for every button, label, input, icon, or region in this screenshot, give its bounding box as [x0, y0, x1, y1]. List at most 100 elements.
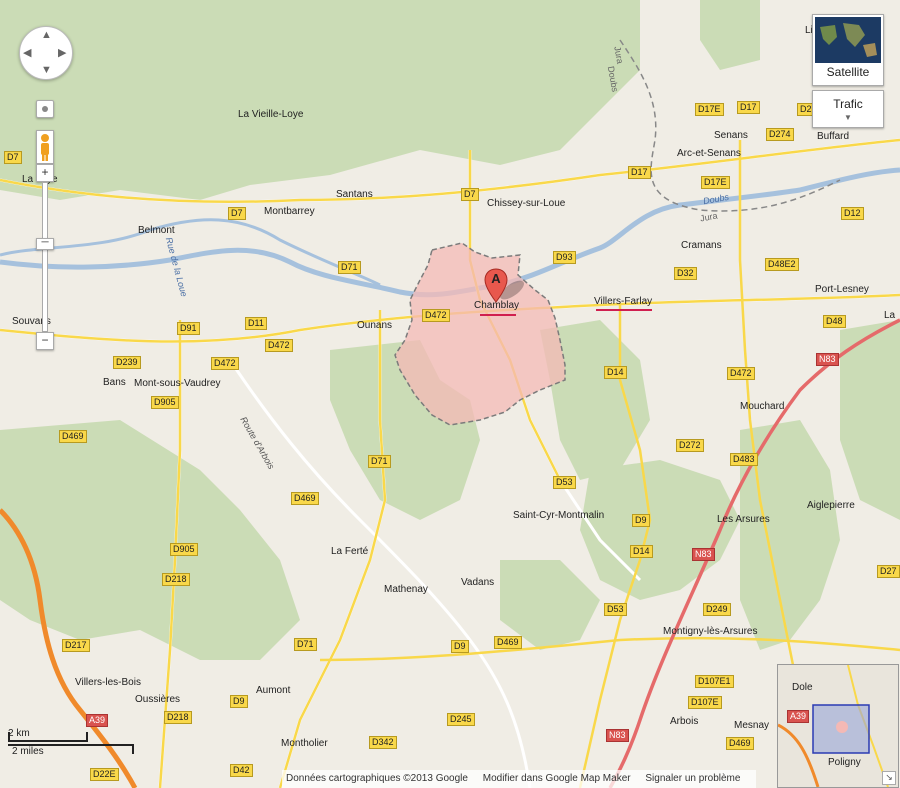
- road-label: A39: [86, 714, 109, 727]
- road-label: D472: [422, 309, 450, 322]
- road-label: D107E1: [695, 675, 734, 688]
- road-label: D17: [628, 166, 651, 179]
- road-label: N83: [692, 548, 715, 561]
- overview-place-label: Dole: [792, 682, 813, 693]
- road-label: D53: [553, 476, 576, 489]
- road-label: D17E: [701, 176, 730, 189]
- road-label: D9: [632, 514, 650, 527]
- road-label: D107E: [688, 696, 722, 709]
- road-label: D48: [823, 315, 846, 328]
- place-label: La Ferté: [331, 546, 369, 557]
- place-label: La Vieille-Loye: [238, 109, 304, 120]
- satellite-label: Satellite: [826, 65, 870, 79]
- road-label: D342: [369, 736, 397, 749]
- report-problem-link[interactable]: Signaler un problème: [645, 773, 740, 784]
- pan-down-icon[interactable]: ▼: [41, 64, 52, 76]
- road-label: D14: [604, 366, 627, 379]
- zoom-in-button[interactable]: +: [36, 164, 54, 182]
- place-label: Montbarrey: [264, 206, 315, 217]
- place-label: Aumont: [256, 685, 291, 696]
- collapse-arrow-icon[interactable]: ↘: [882, 771, 896, 785]
- place-label: Arbois: [670, 716, 699, 727]
- pegman-icon: [41, 134, 49, 161]
- place-label: Port-Lesney: [815, 284, 869, 295]
- location-button[interactable]: [36, 100, 54, 118]
- place-label: Mathenay: [384, 584, 428, 595]
- road-label: D17E: [695, 103, 724, 116]
- zoom-handle[interactable]: ─: [36, 238, 54, 250]
- place-label: Mesnay: [734, 720, 770, 731]
- road-label: D7: [461, 188, 479, 201]
- pan-left-icon[interactable]: ◀: [23, 46, 31, 59]
- zoom-out-button[interactable]: −: [36, 332, 54, 350]
- road-label: D7: [4, 151, 22, 164]
- road-label: D27: [877, 565, 900, 578]
- road-label: D42: [230, 764, 253, 777]
- map-data-credit: Données cartographiques ©2013 Google: [286, 773, 468, 784]
- road-label: D274: [766, 128, 794, 141]
- road-label: D472: [727, 367, 755, 380]
- road-label: D32: [674, 267, 697, 280]
- place-label: Villers-Farlay: [594, 296, 653, 307]
- road-label: D217: [62, 639, 90, 652]
- road-label: D469: [291, 492, 319, 505]
- road-label: D469: [726, 737, 754, 750]
- place-label: Belmont: [138, 225, 175, 236]
- scale-km: 2 km: [8, 728, 30, 739]
- overview-map[interactable]: Dole Poligny A39 ↘: [777, 664, 899, 788]
- road-label: D483: [730, 453, 758, 466]
- road-label: D239: [113, 356, 141, 369]
- overview-road-label: A39: [787, 710, 810, 723]
- place-label: Mont-sous-Vaudrey: [134, 378, 221, 389]
- zoom-track[interactable]: [42, 182, 48, 332]
- place-label: Buffard: [817, 131, 850, 142]
- pan-control[interactable]: ▲ ▼ ◀ ▶: [19, 26, 73, 80]
- scale-bar: 2 km 2 miles: [8, 728, 138, 757]
- road-label: D91: [177, 322, 200, 335]
- place-label: Villers-les-Bois: [75, 677, 141, 688]
- road-label: D272: [676, 439, 704, 452]
- road-label: D17: [737, 101, 760, 114]
- place-label: Santans: [336, 189, 373, 200]
- place-label: Cramans: [681, 240, 722, 251]
- attribution-bar: Données cartographiques ©2013 Google Mod…: [282, 770, 757, 788]
- road-label: D93: [553, 251, 576, 264]
- traffic-button[interactable]: Trafic ▼: [812, 90, 884, 128]
- road-label: D22E: [90, 768, 119, 781]
- road-label: D472: [211, 357, 239, 370]
- plus-icon: +: [41, 165, 49, 179]
- map-background: [0, 0, 900, 788]
- road-label: D9: [451, 640, 469, 653]
- overview-place-label: Poligny: [828, 757, 861, 768]
- satellite-thumbnail-icon: [815, 17, 881, 63]
- marker-letter: A: [491, 271, 501, 286]
- edit-map-maker-link[interactable]: Modifier dans Google Map Maker: [483, 773, 631, 784]
- place-label: Saint-Cyr-Montmalin: [513, 510, 605, 521]
- road-label: D71: [368, 455, 391, 468]
- place-label: Montigny-lès-Arsures: [663, 626, 758, 637]
- place-label: Ounans: [357, 320, 393, 331]
- road-label: D48E2: [765, 258, 799, 271]
- place-label: Mouchard: [740, 401, 785, 412]
- place-label: Bans: [103, 377, 126, 388]
- road-label: D218: [164, 711, 192, 724]
- place-label: Chamblay: [474, 300, 520, 311]
- place-label: Aiglepierre: [807, 500, 855, 511]
- pan-up-icon[interactable]: ▲: [41, 29, 52, 41]
- place-label: Les Arsures: [717, 514, 770, 525]
- road-label: D11: [245, 317, 267, 330]
- road-label: D905: [151, 396, 179, 409]
- place-label: Montholier: [281, 738, 328, 749]
- place-label: Vadans: [461, 577, 495, 588]
- pan-right-icon[interactable]: ▶: [58, 46, 66, 59]
- road-label: D249: [703, 603, 731, 616]
- place-label: Chissey-sur-Loue: [487, 198, 566, 209]
- satellite-button[interactable]: Satellite: [812, 14, 884, 86]
- street-view-button[interactable]: [36, 130, 54, 164]
- map-canvas[interactable]: A La Vieille-Loye La Loye Santans Montba…: [0, 0, 900, 788]
- road-label: D7: [228, 207, 246, 220]
- road-label: D218: [162, 573, 190, 586]
- road-label: N83: [606, 729, 629, 742]
- scale-miles: 2 miles: [12, 746, 44, 757]
- location-dot-icon: [42, 106, 48, 112]
